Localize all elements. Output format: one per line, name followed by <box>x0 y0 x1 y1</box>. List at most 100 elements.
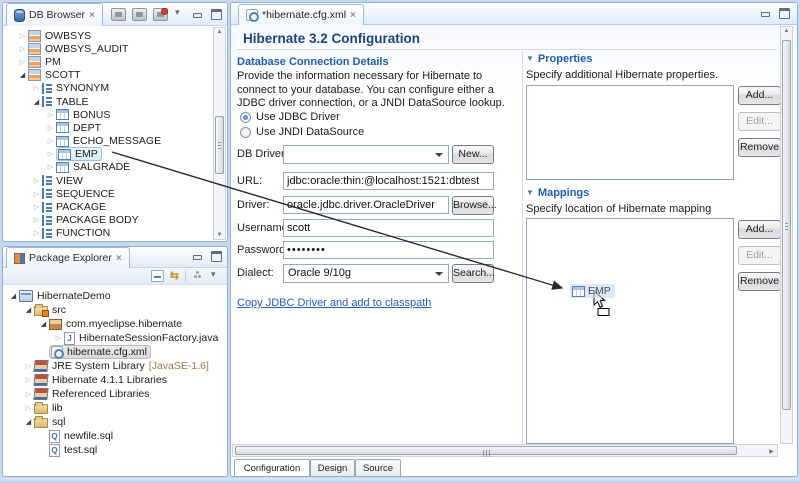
expand-icon[interactable] <box>31 203 42 211</box>
radio-unselected-icon[interactable] <box>240 127 251 138</box>
tree-item-owbsys[interactable]: OWBSYS <box>4 29 213 42</box>
new-button[interactable]: New... <box>452 145 494 164</box>
expand-icon[interactable] <box>23 390 34 398</box>
close-icon[interactable] <box>116 253 122 264</box>
expand-icon[interactable] <box>17 45 28 53</box>
package-explorer-tab[interactable]: Package Explorer <box>6 247 130 268</box>
tree-item-hibernate-libraries[interactable]: Hibernate 4.1.1 Libraries <box>4 373 225 387</box>
tree-item-package-com-myeclipse-hibernate[interactable]: com.myeclipse.hibernate <box>4 317 225 331</box>
password-input[interactable] <box>283 241 494 259</box>
tree-item-jre-system-library[interactable]: JRE System Library[JavaSE-1.6] <box>4 359 225 373</box>
collapse-icon[interactable] <box>8 292 19 300</box>
tree-item-hibernate-cfg-xml[interactable]: hibernate.cfg.xml <box>4 345 225 359</box>
scrollbar-thumb[interactable] <box>235 446 737 455</box>
expand-icon[interactable] <box>45 163 56 171</box>
view-menu-chevron-icon[interactable] <box>174 9 185 20</box>
link-with-editor-icon[interactable]: ⇆ <box>170 270 179 282</box>
maximize-icon[interactable] <box>778 8 791 19</box>
section-collapse-icon[interactable] <box>526 54 534 63</box>
expand-icon[interactable] <box>17 32 28 40</box>
db-browser-tab[interactable]: DB Browser <box>6 3 103 26</box>
expand-icon[interactable] <box>23 376 34 384</box>
expand-icon[interactable] <box>31 216 42 224</box>
tree-item-view[interactable]: VIEW <box>4 174 213 187</box>
expand-icon[interactable] <box>45 111 56 119</box>
properties-remove-button[interactable]: Remove <box>738 138 781 157</box>
tree-item-salgrade[interactable]: SALGRADE <box>4 161 213 174</box>
tree-item-sequence[interactable]: SEQUENCE <box>4 187 213 200</box>
properties-list[interactable] <box>526 85 734 180</box>
browse-button[interactable]: Browse... <box>452 196 494 215</box>
expand-icon[interactable] <box>45 150 56 158</box>
expand-icon[interactable] <box>45 137 56 145</box>
copy-jdbc-driver-link[interactable]: Copy JDBC Driver and add to classpath <box>237 297 431 309</box>
editor-vertical-scrollbar[interactable]: ▲ <box>780 26 793 444</box>
view-menu-chevron-icon[interactable] <box>210 271 221 282</box>
expand-icon[interactable] <box>17 58 28 66</box>
section-collapse-icon[interactable] <box>526 188 534 197</box>
expand-icon[interactable] <box>31 229 42 237</box>
collapse-all-icon[interactable] <box>151 270 164 282</box>
tree-item-src[interactable]: src <box>4 303 225 317</box>
expand-icon[interactable] <box>31 84 42 92</box>
tree-item-pm[interactable]: PM <box>4 55 213 68</box>
tab-configuration[interactable]: Configuration <box>234 459 310 477</box>
tree-item-newfile-sql[interactable]: Qnewfile.sql <box>4 429 225 443</box>
expand-icon[interactable] <box>31 177 42 185</box>
collapse-icon[interactable] <box>31 98 42 106</box>
tree-item-test-sql[interactable]: Qtest.sql <box>4 443 225 457</box>
dialect-combo[interactable]: Oracle 9/10g <box>283 264 449 283</box>
tree-item-referenced-libraries[interactable]: Referenced Libraries <box>4 387 225 401</box>
username-input[interactable] <box>283 219 494 237</box>
scrollbar-thumb[interactable] <box>782 40 791 410</box>
tree-item-emp[interactable]: EMP <box>4 148 213 161</box>
editor-tab-hibernate-cfg[interactable]: *hibernate.cfg.xml <box>238 4 364 25</box>
driver-input[interactable] <box>283 196 449 214</box>
tree-item-package[interactable]: PACKAGE <box>4 200 213 213</box>
tree-item-table[interactable]: TABLE <box>4 95 213 108</box>
tree-item-scott[interactable]: SCOTT <box>4 69 213 82</box>
expand-icon[interactable] <box>31 190 42 198</box>
tree-item-sql[interactable]: sql <box>4 415 225 429</box>
properties-edit-button[interactable]: Edit... <box>738 112 781 131</box>
scroll-down-icon[interactable]: ▼ <box>214 232 225 238</box>
scroll-right-icon[interactable]: ▶ <box>766 448 777 455</box>
properties-add-button[interactable]: Add... <box>738 86 781 105</box>
tab-design[interactable]: Design <box>310 459 355 477</box>
editor-horizontal-scrollbar[interactable]: ▶ <box>232 444 778 457</box>
tree-item-echo-message[interactable]: ECHO_MESSAGE <box>4 135 213 148</box>
search-button[interactable]: Search... <box>452 264 494 283</box>
tree-item-package-body[interactable]: PACKAGE BODY <box>4 214 213 227</box>
expand-icon[interactable] <box>23 404 34 412</box>
close-icon[interactable] <box>350 10 356 21</box>
collapse-icon[interactable] <box>23 418 34 426</box>
tree-item-synonym[interactable]: SYNONYM <box>4 82 213 95</box>
tree-item-dept[interactable]: DEPT <box>4 121 213 134</box>
radio-selected-icon[interactable] <box>240 112 251 123</box>
expand-icon[interactable] <box>45 124 56 132</box>
minimize-icon[interactable] <box>191 251 204 262</box>
scroll-up-icon[interactable]: ▲ <box>214 29 225 35</box>
collapse-icon[interactable] <box>38 320 49 328</box>
tree-item-function[interactable]: FUNCTION <box>4 227 213 240</box>
mappings-list[interactable] <box>526 218 734 444</box>
new-connection-icon[interactable] <box>132 8 147 21</box>
mappings-add-button[interactable]: Add... <box>738 220 781 239</box>
scrollbar-thumb[interactable] <box>215 116 224 174</box>
tree-item-owbsys-audit[interactable]: OWBSYS_AUDIT <box>4 42 213 55</box>
minimize-icon[interactable] <box>191 9 204 20</box>
tab-source[interactable]: Source <box>355 459 401 477</box>
tree-item-lib[interactable]: lib <box>4 401 225 415</box>
mappings-remove-button[interactable]: Remove <box>738 272 781 291</box>
tree-item-hibernatesessionfactory[interactable]: JHibernateSessionFactory.java <box>4 331 225 345</box>
db-driver-combo[interactable] <box>283 145 449 164</box>
expand-icon[interactable] <box>23 362 34 370</box>
maximize-icon[interactable] <box>210 251 223 262</box>
mappings-edit-button[interactable]: Edit... <box>738 246 781 265</box>
close-connection-icon[interactable] <box>153 8 168 21</box>
expand-icon[interactable] <box>53 334 64 342</box>
close-icon[interactable] <box>89 10 95 21</box>
tree-item-hibernatedemo[interactable]: HibernateDemo <box>4 289 225 303</box>
db-browser-scrollbar[interactable]: ▲ ▼ <box>213 27 226 240</box>
tree-item-bonus[interactable]: BONUS <box>4 108 213 121</box>
